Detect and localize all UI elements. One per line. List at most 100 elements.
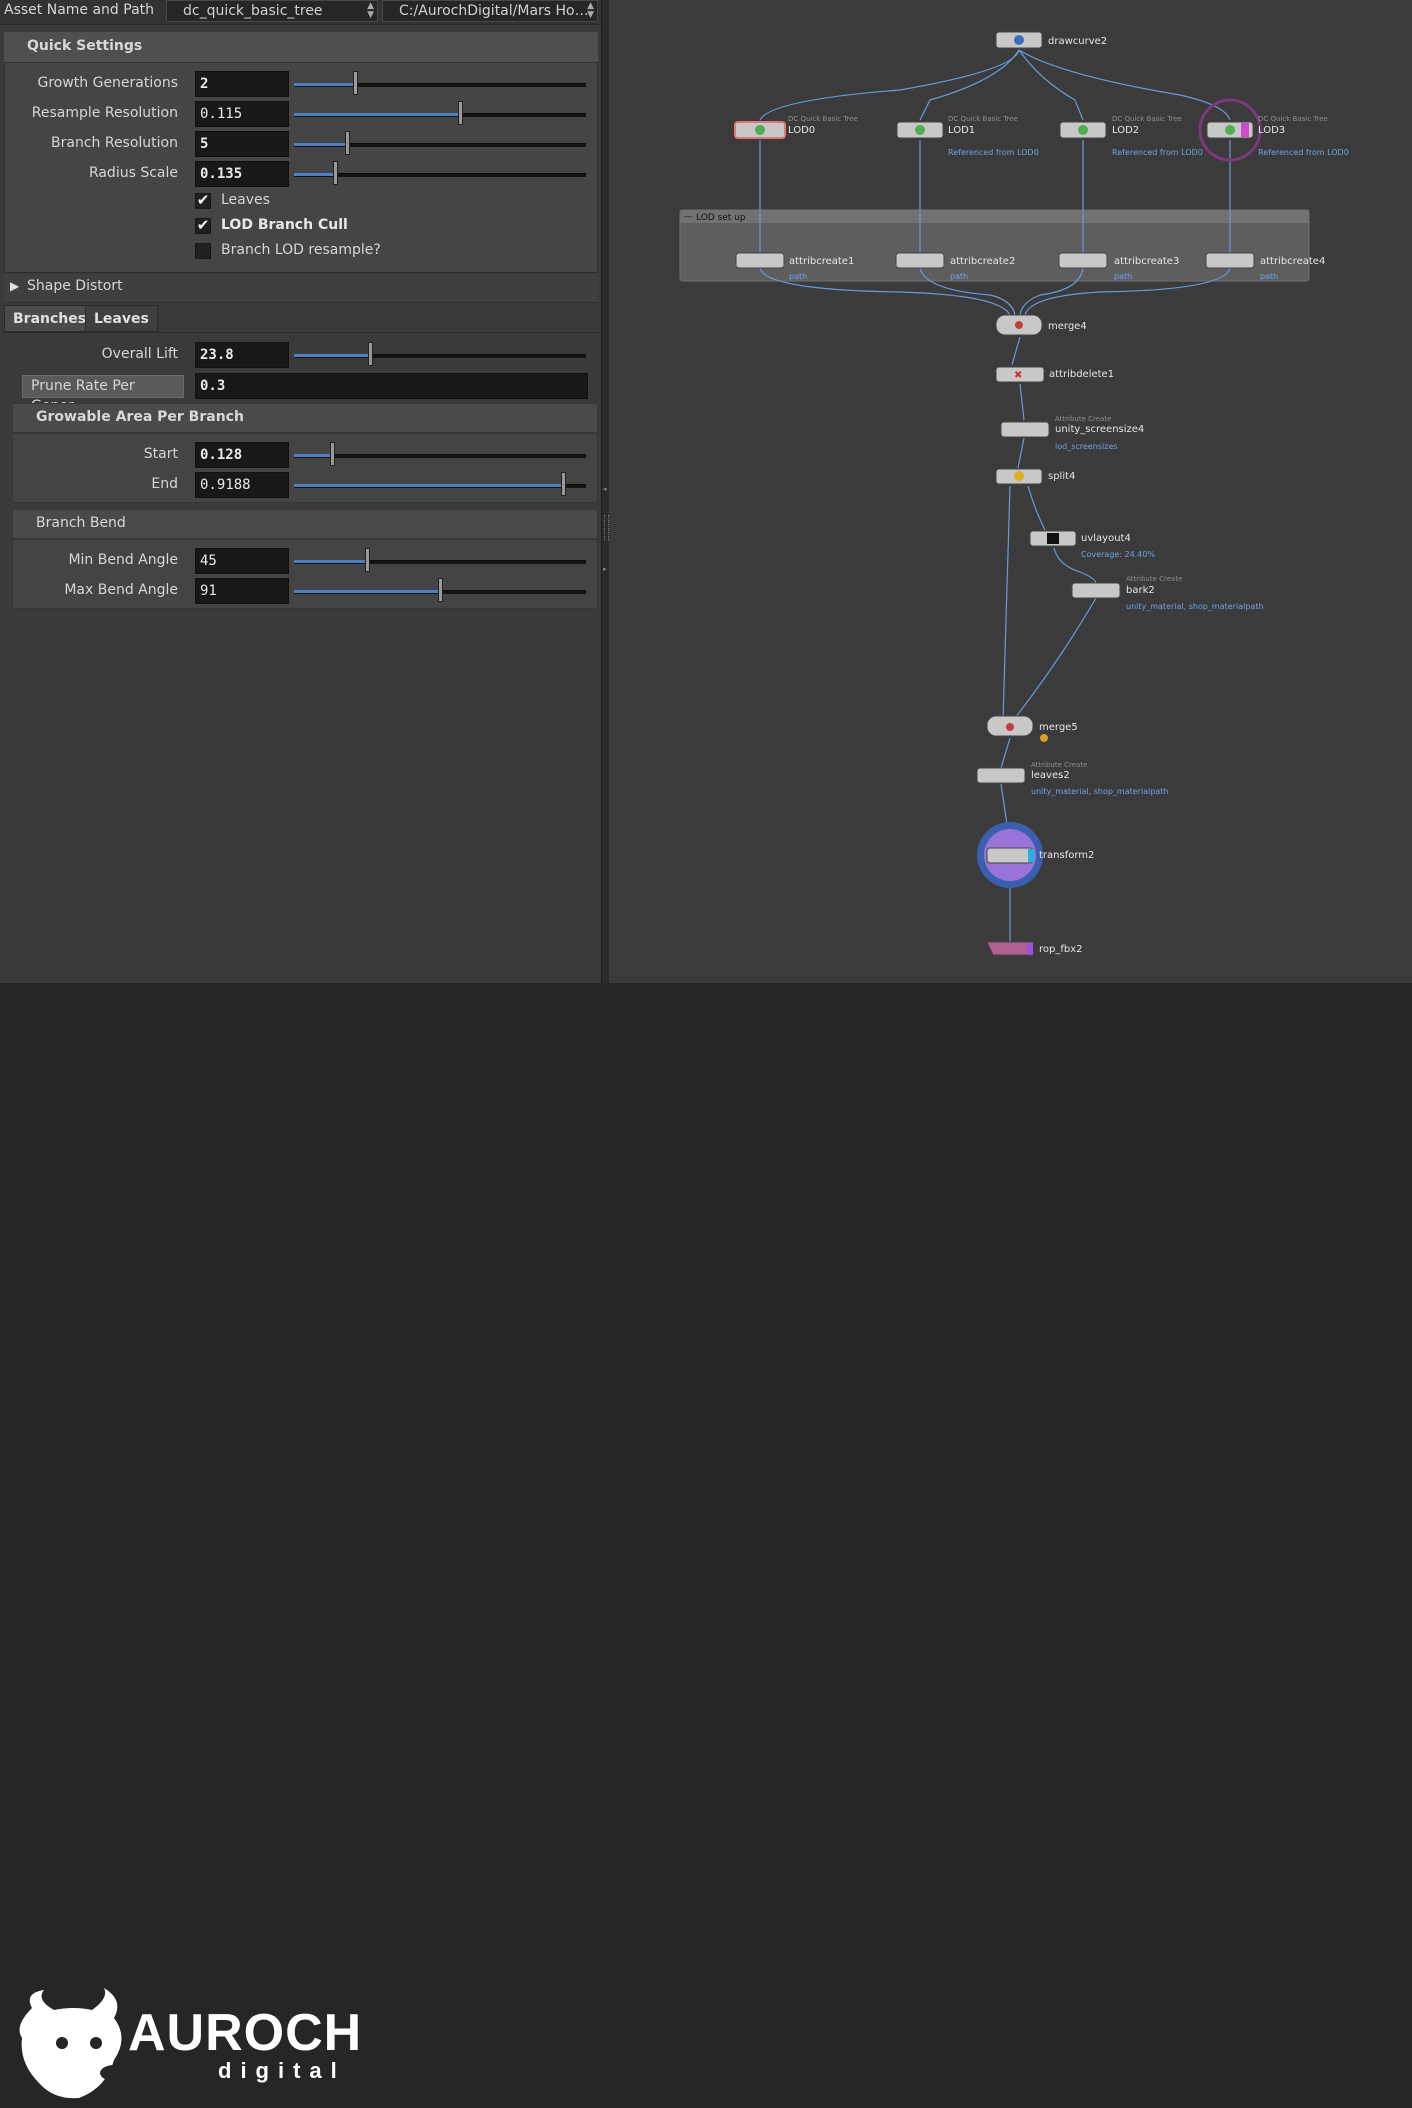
prune-rate-button[interactable]: Prune Rate Per Gener…	[22, 375, 184, 414]
asset-name-combo[interactable]: dc_quick_basic_tree ▲ ▼	[166, 0, 378, 22]
leaves2-type: Attribute Create	[1031, 761, 1087, 769]
lod0-name: LOD0	[788, 125, 815, 136]
node-attribdelete1[interactable]: ✖ attribdelete1	[995, 366, 1114, 383]
render-flag-icon[interactable]	[1028, 849, 1034, 862]
combo-arrows-icon: ▲ ▼	[587, 1, 594, 20]
branch-resolution-slider[interactable]	[294, 131, 586, 155]
brand-tagline: digital	[218, 2058, 346, 2083]
slider-handle[interactable]	[438, 578, 443, 602]
end-field[interactable]: 0.9188	[195, 472, 289, 498]
radius-scale-slider[interactable]	[294, 161, 586, 185]
lod1-type: DC Quick Basic Tree	[948, 115, 1018, 123]
attribcreate1-name: attribcreate1	[789, 256, 854, 267]
shape-distort-header[interactable]: ▶ Shape Distort	[4, 274, 598, 303]
node-transform2[interactable]: transform2	[977, 822, 1094, 888]
growth-generations-slider[interactable]	[294, 71, 586, 95]
attribdelete1-name: attribdelete1	[1049, 369, 1114, 380]
node-lod2[interactable]: DC Quick Basic Tree LOD2 Referenced from…	[1059, 115, 1203, 157]
expand-triangle-icon: ▶	[10, 279, 20, 293]
slider-handle[interactable]	[353, 71, 358, 95]
lod3-name: LOD3	[1258, 125, 1285, 136]
growable-area-body	[12, 433, 598, 503]
network-graph: — LOD set up drawcurve2 DC Quick Basic T…	[679, 31, 1349, 956]
resample-resolution-slider[interactable]	[294, 101, 586, 125]
overall-lift-field[interactable]: 23.8	[195, 342, 289, 368]
tree-icon	[915, 125, 925, 135]
tab-leaves[interactable]: Leaves	[85, 305, 158, 332]
parameter-pane: Asset Name and Path dc_quick_basic_tree …	[0, 0, 601, 983]
lod3-sub: Referenced from LOD0	[1258, 148, 1349, 157]
wires	[759, 49, 1231, 942]
tab-branches[interactable]: Branches	[4, 305, 96, 332]
wire	[1014, 597, 1097, 719]
lod-setup-netbox-header[interactable]	[680, 210, 1309, 223]
node-merge4[interactable]: merge4	[995, 314, 1087, 336]
branch-bend-title: Branch Bend	[36, 515, 126, 531]
branch-resolution-field[interactable]: 5	[195, 131, 289, 157]
end-slider[interactable]	[294, 472, 586, 496]
node-merge5[interactable]: merge5	[986, 715, 1078, 742]
brand-wordmark: AUROCH	[128, 2004, 363, 2062]
min-bend-angle-slider[interactable]	[294, 548, 586, 572]
branch-bend-body	[12, 539, 598, 609]
merge-icon	[1006, 723, 1014, 731]
asset-name-value: dc_quick_basic_tree	[183, 3, 323, 19]
lod3-type: DC Quick Basic Tree	[1258, 115, 1328, 123]
collapse-right-icon[interactable]: ▸	[603, 565, 607, 573]
wire	[1027, 485, 1046, 531]
warning-icon	[1040, 734, 1048, 742]
collapse-left-icon[interactable]: ◂	[603, 485, 607, 493]
branch-lod-resample-label: Branch LOD resample?	[221, 242, 381, 258]
lod2-sub: Referenced from LOD0	[1112, 148, 1203, 157]
drawcurve2-name: drawcurve2	[1048, 36, 1107, 47]
slider-handle[interactable]	[458, 101, 463, 125]
auroch-bull-logo-icon	[19, 1988, 128, 2099]
growth-generations-field[interactable]: 2	[195, 71, 289, 97]
slider-handle[interactable]	[333, 161, 338, 185]
max-bend-angle-field[interactable]: 91	[195, 578, 289, 604]
radius-scale-field[interactable]: 0.135	[195, 161, 289, 187]
asset-path-combo[interactable]: C:/AurochDigital/Mars Ho… ▲ ▼	[382, 0, 598, 22]
slider-handle[interactable]	[365, 548, 370, 572]
bark2-sub: unity_material, shop_materialpath	[1126, 602, 1264, 611]
node-drawcurve2[interactable]: drawcurve2	[995, 31, 1107, 49]
start-field[interactable]: 0.128	[195, 442, 289, 468]
rop-shape	[986, 941, 1034, 956]
node-split4[interactable]: split4	[995, 468, 1075, 485]
quick-settings-title: Quick Settings	[27, 38, 143, 54]
radius-scale-label: Radius Scale	[88, 165, 178, 181]
node-lod1[interactable]: DC Quick Basic Tree LOD1 Referenced from…	[896, 115, 1039, 157]
resample-resolution-field[interactable]: 0.115	[195, 101, 289, 127]
rop-flag-icon[interactable]	[1027, 943, 1033, 955]
branch-lod-resample-checkbox[interactable]	[195, 243, 211, 259]
max-bend-angle-slider[interactable]	[294, 578, 586, 602]
overall-lift-slider[interactable]	[294, 342, 586, 366]
split-icon	[1014, 471, 1024, 481]
display-flag-icon[interactable]	[1241, 123, 1249, 137]
merge4-name: merge4	[1048, 321, 1087, 332]
node-bark2[interactable]: Attribute Create bark2 unity_material, s…	[1071, 575, 1264, 611]
uvlayout4-name: uvlayout4	[1081, 533, 1131, 544]
min-bend-angle-field[interactable]: 45	[195, 548, 289, 574]
slider-handle[interactable]	[561, 472, 566, 496]
tree-icon	[755, 125, 765, 135]
slider-handle[interactable]	[330, 442, 335, 466]
prune-rate-field[interactable]: 0.3	[195, 373, 588, 399]
asset-row-label: Asset Name and Path	[4, 2, 155, 18]
node-uvlayout4[interactable]: uvlayout4 Coverage: 24.40%	[1029, 530, 1155, 559]
start-slider[interactable]	[294, 442, 586, 466]
node-lod3[interactable]: DC Quick Basic Tree LOD3 Referenced from…	[1198, 98, 1349, 162]
slider-handle[interactable]	[368, 342, 373, 366]
lod2-name: LOD2	[1112, 125, 1139, 136]
lod0-type: DC Quick Basic Tree	[788, 115, 858, 123]
unity-screensize4-sub: lod_screensizes	[1055, 442, 1117, 451]
node-leaves2[interactable]: Attribute Create leaves2 unity_material,…	[976, 761, 1169, 796]
wire	[1017, 437, 1025, 469]
end-label: End	[151, 476, 178, 492]
lod-branch-cull-checkbox[interactable]: ✔	[195, 218, 211, 234]
slider-handle[interactable]	[345, 131, 350, 155]
leaves-checkbox[interactable]: ✔	[195, 193, 211, 209]
netbox-collapse-icon[interactable]: —	[684, 212, 693, 222]
node-lod0[interactable]: DC Quick Basic Tree LOD0	[734, 115, 858, 139]
node-rop-fbx2[interactable]: rop_fbx2	[986, 941, 1083, 956]
